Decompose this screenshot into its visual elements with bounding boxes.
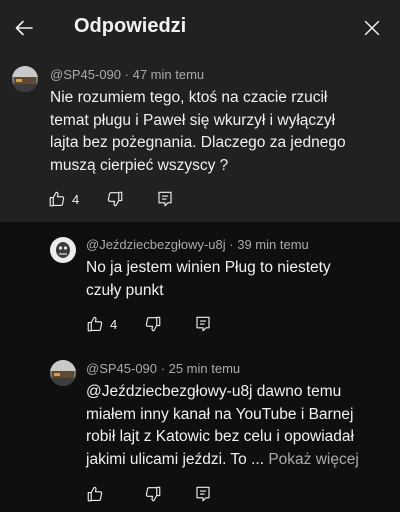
comment-text-line: robił lajt z Katowic bez celu i opowiada…: [86, 428, 354, 445]
avatar[interactable]: [50, 360, 76, 386]
comment-time: 39 min temu: [237, 237, 309, 252]
like-button[interactable]: [86, 483, 104, 505]
dislike-button[interactable]: [106, 188, 124, 210]
like-count: 4: [72, 191, 80, 207]
reply-comment-icon: [196, 316, 210, 332]
comment-actions: 4: [86, 313, 226, 335]
comment-author[interactable]: @SP45-090: [86, 361, 157, 376]
comment-text-line: temat pługu i Paweł się wkurzył i wyłącz…: [50, 111, 336, 129]
comment-actions: 4: [48, 188, 188, 210]
reply-button[interactable]: [194, 313, 212, 335]
thumb-down-icon: [107, 191, 123, 207]
close-icon: [364, 20, 380, 36]
avatar[interactable]: [50, 237, 76, 263]
comment-text: @Jeździecbezgłowy-u8j dawno temu miałem …: [86, 381, 396, 471]
thumb-up-icon: [87, 486, 103, 502]
thumb-up-icon: [49, 191, 65, 207]
comment-meta: @Jeździecbezgłowy-u8j · 39 min temu: [86, 237, 309, 252]
thumb-down-icon: [145, 486, 161, 502]
comment-author[interactable]: @SP45-090: [50, 67, 121, 82]
reply-comment-icon: [158, 191, 172, 207]
comment-actions: [86, 483, 226, 505]
comment-text-line: No ja jestem winien Pług to niestety: [86, 259, 331, 276]
comment-text: No ja jestem winien Pług to niestety czu…: [86, 257, 331, 302]
comment-text-line: jakimi ulicami jeździ. To ... Pokaż więc…: [86, 449, 396, 472]
dislike-button[interactable]: [144, 313, 162, 335]
close-button[interactable]: [358, 14, 386, 42]
comment-text-line: czuły punkt: [86, 281, 164, 299]
comment-meta: @SP45-090 · 47 min temu: [50, 67, 205, 82]
avatar-image: [50, 237, 76, 263]
comment-text-fragment: jakimi ulicami jeździ. To ...: [86, 450, 265, 468]
like-button[interactable]: 4: [48, 188, 79, 210]
comment-meta: @SP45-090 · 25 min temu: [86, 361, 241, 376]
reply-comment-icon: [196, 486, 210, 502]
thumb-up-icon: [87, 316, 103, 332]
avatar[interactable]: [12, 66, 38, 92]
parent-comment: @SP45-090 · 47 min temu Nie rozumiem teg…: [0, 56, 400, 222]
avatar-image: [50, 360, 76, 386]
reply-button[interactable]: [156, 188, 174, 210]
comment-author[interactable]: @Jeździecbezgłowy-u8j: [86, 237, 226, 252]
back-button[interactable]: [10, 14, 38, 42]
page-title: Odpowiedzi: [74, 15, 187, 37]
comment-text-line: Nie rozumiem tego, ktoś na czacie rzucił: [50, 89, 328, 106]
header: Odpowiedzi: [0, 0, 400, 56]
comment-time: 25 min temu: [168, 361, 241, 376]
like-count: 4: [110, 316, 118, 332]
dislike-button[interactable]: [144, 483, 162, 505]
thumb-down-icon: [145, 316, 161, 332]
reply-button[interactable]: [194, 483, 212, 505]
comment-text-line: @Jeździecbezgłowy-u8j dawno temu: [86, 383, 342, 400]
comment-text-line: muszą cierpieć wszyscy ?: [50, 156, 229, 174]
avatar-image: [12, 66, 38, 92]
comment-text: Nie rozumiem tego, ktoś na czacie rzucił…: [50, 87, 346, 177]
comment-text-line: lajta bez pożegnania. Dlaczego za jedneg…: [50, 134, 346, 151]
show-more-link[interactable]: Pokaż więcej: [268, 451, 358, 468]
arrow-left-icon: [15, 20, 33, 36]
comment-text-line: miałem inny kanał na YouTube i Barnej: [86, 405, 354, 423]
comment-time: 47 min temu: [132, 67, 205, 82]
like-button[interactable]: 4: [86, 313, 117, 335]
